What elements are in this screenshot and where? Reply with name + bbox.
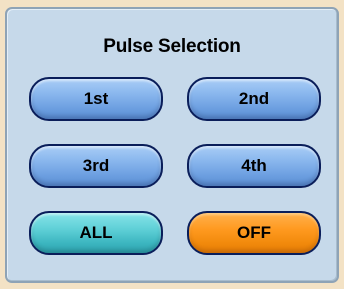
pulse-3rd-button[interactable]: 3rd	[29, 144, 163, 188]
pulse-off-button[interactable]: OFF	[187, 211, 321, 255]
pulse-4th-button[interactable]: 4th	[187, 144, 321, 188]
pulse-2nd-button[interactable]: 2nd	[187, 77, 321, 121]
panel-title: Pulse Selection	[103, 36, 241, 57]
pulse-1st-button[interactable]: 1st	[29, 77, 163, 121]
pulse-all-button[interactable]: ALL	[29, 211, 163, 255]
pulse-selection-panel: Pulse Selection 1st 2nd 3rd 4th ALL OFF	[5, 7, 339, 283]
